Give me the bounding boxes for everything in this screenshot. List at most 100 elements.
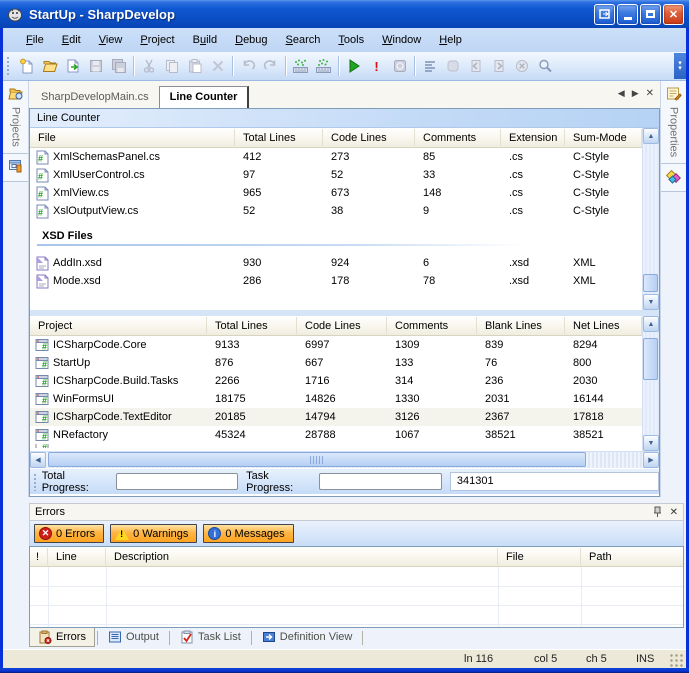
maximize-button[interactable] <box>640 4 661 25</box>
column-header[interactable]: Comments <box>415 129 501 146</box>
scrollbar-thumb[interactable] <box>643 274 658 292</box>
scroll-up-icon[interactable]: ▲ <box>643 128 659 144</box>
undo-icon[interactable] <box>236 55 259 77</box>
column-header[interactable]: Path <box>581 548 683 565</box>
sidebar-tab-properties[interactable]: Properties <box>661 81 686 164</box>
menu-project[interactable]: Project <box>131 31 183 49</box>
pin-icon[interactable] <box>653 506 662 518</box>
errors-panel-titlebar[interactable]: Errors ✕ <box>29 503 684 521</box>
build-icon[interactable] <box>289 55 312 77</box>
tab-output[interactable]: Output <box>100 628 167 646</box>
scroll-up-icon[interactable]: ▲ <box>643 316 659 332</box>
menu-window[interactable]: Window <box>373 31 430 49</box>
column-header[interactable]: Code Lines <box>323 129 415 146</box>
clear-bookmarks-icon[interactable] <box>510 55 533 77</box>
menu-help[interactable]: Help <box>430 31 471 49</box>
tab-errors[interactable]: Errors <box>29 628 95 647</box>
messages-filter-button[interactable]: i 0 Messages <box>203 524 293 543</box>
column-header[interactable]: File <box>30 129 235 146</box>
profiler-icon[interactable] <box>388 55 411 77</box>
save-icon[interactable] <box>84 55 107 77</box>
menu-debug[interactable]: Debug <box>226 31 276 49</box>
tab-scroll-right-icon[interactable]: ▶ <box>632 88 639 99</box>
next-bookmark-icon[interactable] <box>487 55 510 77</box>
bookmark-menu-icon[interactable] <box>418 55 441 77</box>
redo-icon[interactable] <box>259 55 282 77</box>
undock-button[interactable] <box>594 4 615 25</box>
table-row[interactable]: #ICSharpCode.Build.Tasks 2266 1716 314 2… <box>30 372 642 390</box>
toolbar-overflow-icon[interactable]: ▾▾ <box>674 53 686 79</box>
table-row[interactable]: #ICSharpCode.TextEditor 20185 14794 3126… <box>30 408 642 426</box>
column-header[interactable]: Total Lines <box>235 129 323 146</box>
toolbar-grip[interactable] <box>6 56 11 76</box>
menu-search[interactable]: Search <box>277 31 330 49</box>
column-header[interactable]: Comments <box>387 317 477 334</box>
run-icon[interactable] <box>342 55 365 77</box>
copy-icon[interactable] <box>160 55 183 77</box>
horizontal-scrollbar[interactable]: ◀ ▶ <box>30 451 659 468</box>
sidebar-tab-classes[interactable] <box>3 154 28 182</box>
progress-strip-grip[interactable] <box>33 473 38 491</box>
scrollbar-track[interactable] <box>46 452 643 468</box>
table-row[interactable]: #WinFormsUI 18175 14826 1330 2031 16144 <box>30 390 642 408</box>
table-row-clipped[interactable]: # <box>30 444 642 448</box>
table-row[interactable]: #XmlUserControl.cs 97 52 33 .cs C-Style <box>30 166 642 184</box>
title-bar[interactable]: StartUp - SharpDevelop ✕ <box>0 0 689 28</box>
doc-tab-sharpdevelopmain[interactable]: SharpDevelopMain.cs <box>31 87 159 108</box>
scroll-right-icon[interactable]: ▶ <box>643 452 659 468</box>
scrollbar-track[interactable] <box>643 332 659 435</box>
column-header[interactable]: Description <box>106 548 498 565</box>
warnings-filter-button[interactable]: 0 Warnings <box>110 524 197 543</box>
minimize-button[interactable] <box>617 4 638 25</box>
scrollbar-track[interactable] <box>643 144 659 294</box>
table-row[interactable]: #XslOutputView.cs 52 38 9 .cs C-Style <box>30 202 642 220</box>
table-row[interactable]: AddIn.xsd 930 924 6 .xsd XML <box>30 254 642 272</box>
close-panel-icon[interactable]: ✕ <box>670 507 678 518</box>
table-row[interactable]: #XmlView.cs 965 673 148 .cs C-Style <box>30 184 642 202</box>
projects-table-scrollbar[interactable]: ▲ ▼ <box>642 316 659 451</box>
abort-build-icon[interactable]: ! <box>365 55 388 77</box>
scroll-down-icon[interactable]: ▼ <box>643 294 659 310</box>
close-button[interactable]: ✕ <box>663 4 684 25</box>
tab-definition-view[interactable]: Definition View <box>254 628 361 646</box>
table-row[interactable]: #NRefactory 45324 28788 1067 38521 38521 <box>30 426 642 444</box>
scroll-left-icon[interactable]: ◀ <box>30 452 46 468</box>
new-file-icon[interactable] <box>15 55 38 77</box>
column-header[interactable]: Line <box>48 548 106 565</box>
open-folder-icon[interactable] <box>38 55 61 77</box>
menu-view[interactable]: View <box>90 31 132 49</box>
sidebar-tab-projects[interactable]: Projects <box>3 81 28 154</box>
resize-grip[interactable] <box>670 654 684 668</box>
cut-icon[interactable] <box>137 55 160 77</box>
save-all-icon[interactable] <box>107 55 130 77</box>
open-file-icon[interactable] <box>61 55 84 77</box>
table-row[interactable]: #ICSharpCode.Core 9133 6997 1309 839 829… <box>30 336 642 354</box>
tab-close-icon[interactable]: ✕ <box>646 88 654 99</box>
tab-task-list[interactable]: Task List <box>172 628 249 646</box>
menu-tools[interactable]: Tools <box>329 31 373 49</box>
search-icon[interactable] <box>533 55 556 77</box>
toggle-bookmark-icon[interactable] <box>441 55 464 77</box>
prev-bookmark-icon[interactable] <box>464 55 487 77</box>
scroll-down-icon[interactable]: ▼ <box>643 435 659 451</box>
scrollbar-thumb[interactable] <box>48 452 586 467</box>
column-header[interactable]: File <box>498 548 581 565</box>
tab-scroll-left-icon[interactable]: ◀ <box>618 88 625 99</box>
scrollbar-thumb[interactable] <box>643 338 658 380</box>
table-row[interactable]: #StartUp 876 667 133 76 800 <box>30 354 642 372</box>
menu-edit[interactable]: Edit <box>53 31 90 49</box>
paste-icon[interactable] <box>183 55 206 77</box>
column-header[interactable]: Sum-Mode <box>565 129 642 146</box>
doc-tab-line-counter[interactable]: Line Counter <box>159 86 250 108</box>
table-row[interactable]: #XmlSchemasPanel.cs 412 273 85 .cs C-Sty… <box>30 148 642 166</box>
column-header[interactable]: Extension <box>501 129 565 146</box>
delete-icon[interactable] <box>206 55 229 77</box>
rebuild-icon[interactable] <box>312 55 335 77</box>
column-header[interactable]: Total Lines <box>207 317 297 334</box>
column-header[interactable]: ! <box>30 548 48 565</box>
menu-build[interactable]: Build <box>184 31 226 49</box>
column-header[interactable]: Net Lines <box>565 317 642 334</box>
column-header[interactable]: Code Lines <box>297 317 387 334</box>
errors-filter-button[interactable]: ✕ 0 Errors <box>34 524 104 543</box>
table-row[interactable]: Mode.xsd 286 178 78 .xsd XML <box>30 272 642 290</box>
